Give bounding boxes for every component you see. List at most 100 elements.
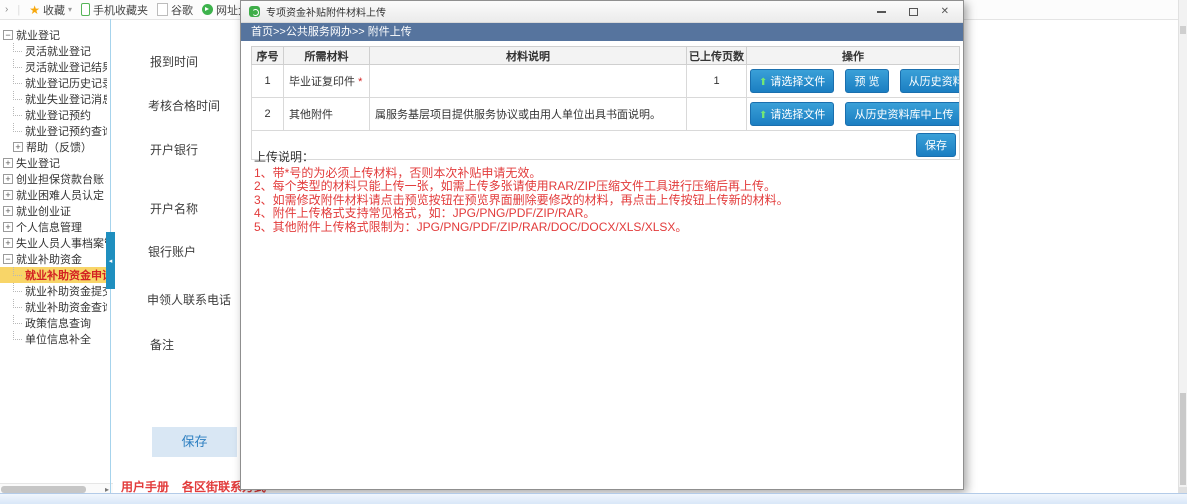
browser-vertical-scrollbar[interactable] [1178, 0, 1187, 503]
page-save-button[interactable]: 保存 [152, 427, 237, 457]
instruction-line: 3、如需修改附件材料请点击预览按钮在预览界面删除要修改的材料，再点击上传按钮上传… [254, 192, 789, 207]
upload-instructions: 上传说明： 1、带*号的为必须上传材料，否则本次补贴申请无效。 2、每个类型的材… [254, 150, 789, 234]
sidebar-item-personnel-archives[interactable]: + 失业人员人事档案管理 [0, 235, 107, 251]
instruction-line: 4、附件上传格式支持常见格式，如：JPG/PNG/PDF/ZIP/RAR。 [254, 206, 596, 220]
report-time-label: 报到时间 [150, 55, 199, 69]
row-no: 1 [251, 64, 284, 98]
window-controls: ✕ [876, 6, 949, 17]
phone-favorites-label: 手机收藏夹 [92, 4, 148, 17]
window-titlebar[interactable]: 专项资金补贴附件材料上传 ✕ [241, 1, 963, 23]
expand-plus-icon[interactable]: + [3, 206, 13, 216]
preview-button[interactable]: 预 览 [845, 69, 889, 93]
sidebar-item-difficulty-identification[interactable]: + 就业困难人员认定 [0, 187, 107, 203]
account-name-label: 开户名称 [150, 202, 199, 216]
material-name: 毕业证复印件 * [283, 64, 370, 98]
minimize-icon[interactable] [876, 10, 886, 13]
uploaded-pages [686, 97, 747, 131]
scroll-up-icon[interactable] [1180, 26, 1186, 34]
sidebar-item-entrepreneurship-cert[interactable]: + 就业创业证 [0, 203, 107, 219]
col-header-no: 序号 [251, 46, 284, 65]
tree-line [13, 299, 22, 308]
upload-from-history-button[interactable]: 从历史资料库中上传 [845, 102, 959, 126]
attachment-upload-window: 专项资金补贴附件材料上传 ✕ 首页>>公共服务网办>> 附件上传 序号 所需材料… [240, 0, 964, 490]
table-row: 1 毕业证复印件 * 1 ⬆请选择文件 预 览 从历史资料库中上传 [251, 64, 960, 98]
sidebar-item-subsidy-submit[interactable]: 就业补助资金提交 [0, 283, 107, 299]
bank-account-label: 银行账户 [148, 245, 197, 259]
expand-plus-icon[interactable]: + [13, 142, 23, 152]
attachments-table: 序号 所需材料 材料说明 已上传页数 操作 1 毕业证复印件 * 1 ⬆ 请选择文… [251, 46, 960, 160]
sidebar-item-subsidy-fund[interactable]: − 就业补助资金 [0, 251, 107, 267]
caret-down-icon: ▾ [67, 5, 72, 14]
actions-cell: ⬆请选择文件 预 览 从历史资料库中上传 [746, 64, 960, 98]
nav-globe-icon [201, 4, 213, 15]
col-header-material: 所需材料 [283, 46, 370, 65]
window-favicon-icon [249, 6, 260, 17]
material-name: 其他附件 [283, 97, 370, 131]
sidebar-item-employment-register[interactable]: − 就业登记 [0, 27, 107, 43]
sidebar-item-help-feedback[interactable]: + 帮助（反馈） [0, 139, 107, 155]
material-description [369, 64, 687, 98]
scrollbar-thumb[interactable] [1, 486, 86, 493]
expand-plus-icon[interactable]: + [3, 238, 13, 248]
maximize-icon[interactable] [908, 7, 918, 16]
assessment-pass-time-label: 考核合格时间 [148, 99, 221, 113]
sidebar-item-subsidy-apply[interactable]: 就业补助资金申请 [0, 267, 107, 283]
save-button[interactable]: 保存 [916, 133, 956, 157]
google-bookmark[interactable]: 谷歌 [156, 2, 193, 18]
tree-line [13, 91, 22, 100]
sidebar-item-unemployment-register[interactable]: + 失业登记 [0, 155, 107, 171]
actions-cell: ⬆ 请选择文件 从历史资料库中上传 [746, 97, 960, 131]
sidebar-item-policy-query[interactable]: 政策信息查询 [0, 315, 107, 331]
scrollbar-thumb[interactable] [1180, 393, 1186, 485]
bank-label: 开户银行 [150, 143, 199, 157]
expand-plus-icon[interactable]: + [3, 174, 13, 184]
row-no: 2 [251, 97, 284, 131]
col-header-actions: 操作 [746, 46, 960, 65]
choose-file-button[interactable]: ⬆ 请选择文件 [750, 102, 835, 126]
upload-from-history-button[interactable]: 从历史资料库中上传 [899, 69, 959, 93]
favorites-label: 收藏 [42, 4, 65, 17]
applicant-phone-label: 申领人联系电话 [147, 293, 232, 307]
sidebar-item-appointment-query[interactable]: 就业登记预约查询 [0, 123, 107, 139]
favorites-button[interactable]: ★ 收藏 ▾ [29, 2, 72, 18]
splitter-handle[interactable]: ◂ [106, 232, 115, 289]
upload-arrow-icon: ⬆ [759, 110, 768, 121]
tree-line [13, 59, 22, 68]
window-title: 专项资金补贴附件材料上传 [266, 8, 386, 19]
collapse-minus-icon[interactable]: − [3, 30, 13, 40]
sidebar-item-flexible-result-query[interactable]: 灵活就业登记结果查询 [0, 59, 107, 75]
instructions-title: 上传说明： [254, 150, 315, 164]
star-icon: ★ [29, 2, 40, 17]
sidebar-item-guaranteed-loan-ledger[interactable]: + 创业担保贷款台账 [0, 171, 107, 187]
page-icon [156, 3, 168, 16]
tree-line [13, 283, 22, 292]
phone-favorites-button[interactable]: 手机收藏夹 [80, 2, 148, 18]
sidebar-item-register-appointment[interactable]: 就业登记预约 [0, 107, 107, 123]
breadcrumb: 首页>>公共服务网办>> 附件上传 [241, 23, 963, 41]
tree-line [13, 123, 22, 132]
phone-icon [80, 3, 90, 16]
expand-plus-icon[interactable]: + [3, 222, 13, 232]
sidebar-item-personal-info[interactable]: + 个人信息管理 [0, 219, 107, 235]
toolbar-divider: | [17, 3, 21, 16]
instruction-line: 1、带*号的为必须上传材料，否则本次补贴申请无效。 [254, 165, 542, 180]
sidebar-item-flexible-employment[interactable]: 灵活就业登记 [0, 43, 107, 59]
tree-line [13, 315, 22, 324]
table-row: 2 其他附件 属服务基层项目提供服务协议或由用人单位出具书面说明。 ⬆ 请选择文件… [251, 97, 960, 131]
col-header-description: 材料说明 [369, 46, 687, 65]
close-icon[interactable]: ✕ [941, 6, 949, 17]
tree-line [13, 331, 22, 340]
choose-file-button[interactable]: ⬆ 请选择文件 [750, 69, 835, 93]
sidebar-item-register-history[interactable]: 就业登记历史记录 [0, 75, 107, 91]
sidebar-item-unemployment-notice[interactable]: 就业失业登记消息通知 [0, 91, 107, 107]
collapse-bookmarks-icon[interactable]: › [5, 4, 8, 15]
tree-line [13, 43, 22, 52]
sidebar-item-unit-info-complete[interactable]: 单位信息补全 [0, 331, 107, 347]
status-bar [0, 493, 1187, 504]
col-header-pages: 已上传页数 [686, 46, 747, 65]
sidebar-item-subsidy-query[interactable]: 就业补助资金查询 [0, 299, 107, 315]
expand-plus-icon[interactable]: + [3, 190, 13, 200]
collapse-minus-icon[interactable]: − [3, 254, 13, 264]
tree-line [13, 267, 22, 276]
expand-plus-icon[interactable]: + [3, 158, 13, 168]
